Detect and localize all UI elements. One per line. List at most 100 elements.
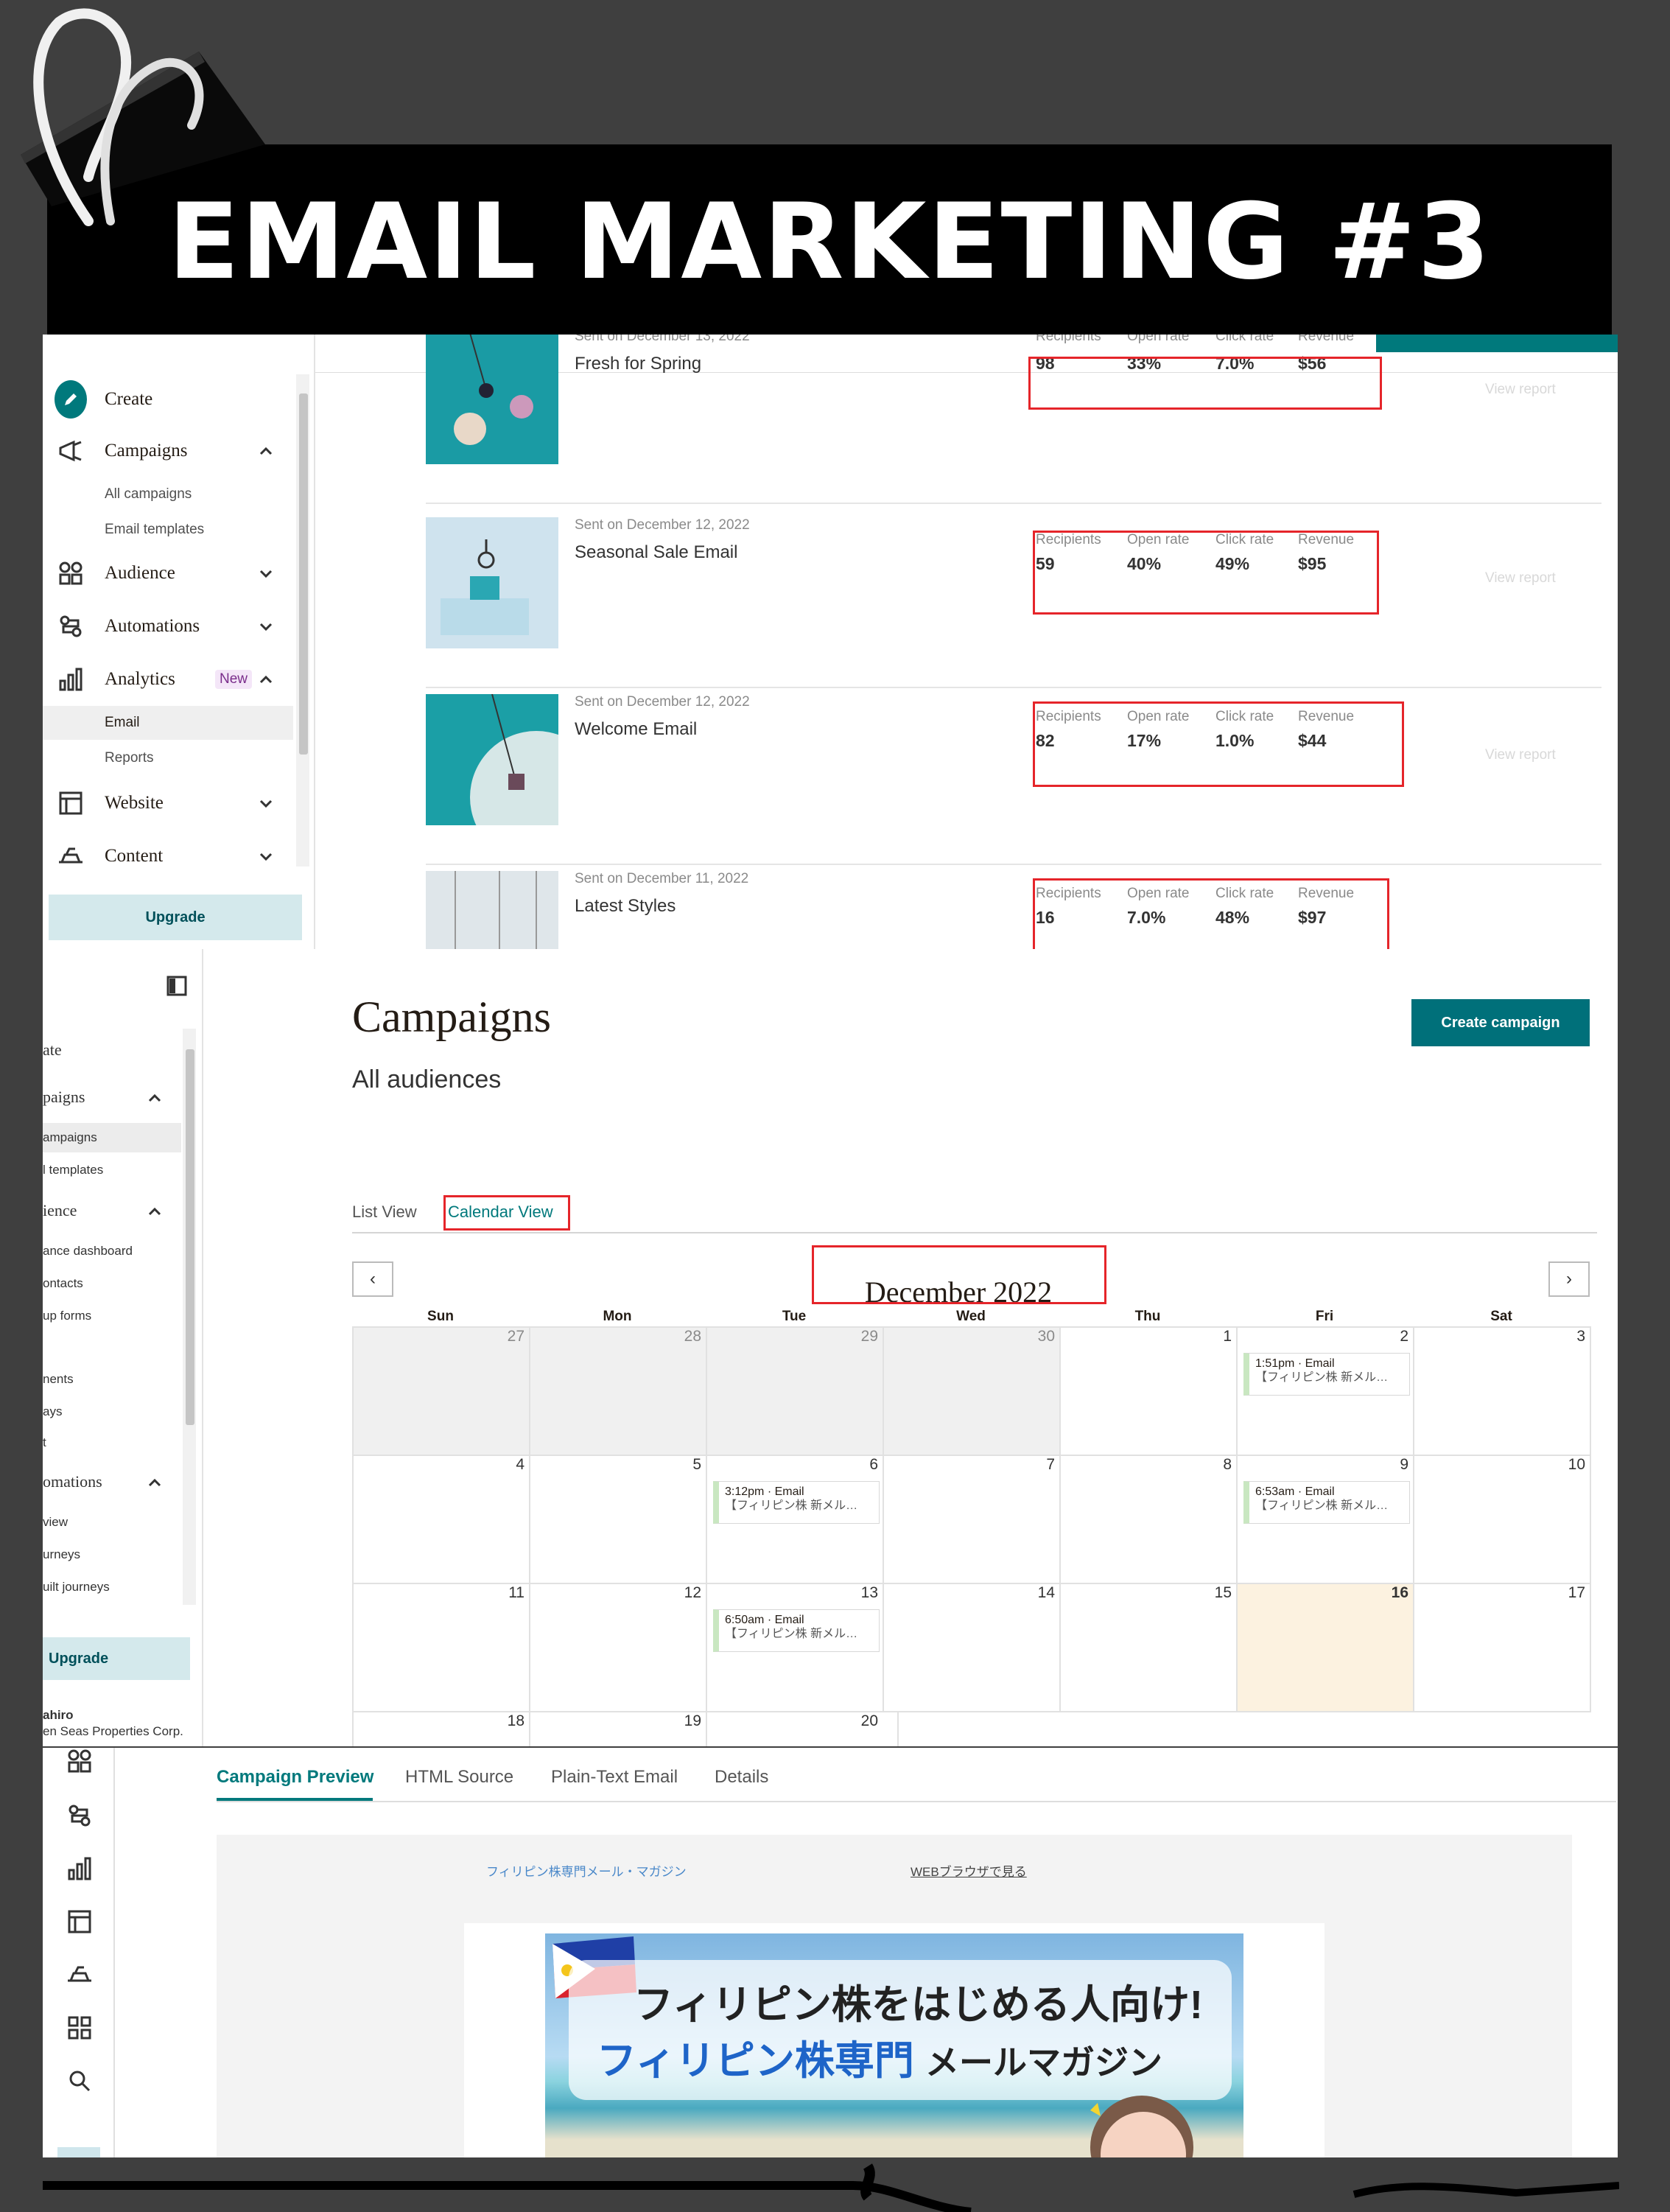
active-item-highlight xyxy=(43,706,293,740)
integrations-grid-icon[interactable] xyxy=(65,2013,94,2043)
view-report-link[interactable]: View report xyxy=(1485,382,1556,398)
calendar-day[interactable]: 12 xyxy=(529,1583,707,1712)
sidebar-item-automations[interactable]: omations xyxy=(43,1472,102,1491)
prev-month-button[interactable]: ‹ xyxy=(352,1261,393,1297)
calendar-day[interactable]: 2 1:51pm · Email 【フィリピン株 新メル… xyxy=(1236,1326,1414,1456)
calendar-day[interactable]: 3 xyxy=(1413,1326,1591,1456)
automations-icon[interactable] xyxy=(65,1801,94,1830)
next-month-button[interactable]: › xyxy=(1548,1261,1590,1297)
sidebar-sub-contacts[interactable]: ontacts xyxy=(43,1276,83,1291)
metric-label: Recipients xyxy=(1036,335,1101,344)
sidebar-item-automations[interactable]: Automations xyxy=(43,604,293,648)
sidebar-item-campaigns[interactable]: Campaigns xyxy=(43,429,293,473)
tab-plain-text-email[interactable]: Plain-Text Email xyxy=(551,1767,678,1788)
chevron-down-icon xyxy=(259,570,273,578)
sidebar-sub-email[interactable]: Email xyxy=(105,715,140,731)
upgrade-button[interactable]: Upgrade xyxy=(43,1637,190,1680)
calendar-day[interactable]: 7 xyxy=(883,1455,1061,1584)
sidebar-scrollbar[interactable] xyxy=(186,1049,194,1425)
sidebar-item-content[interactable]: Content xyxy=(43,834,293,878)
campaign-row[interactable]: Sent on December 12, 2022 Welcome Email … xyxy=(426,690,1601,865)
sidebar-sub-inbox[interactable]: t xyxy=(43,1435,46,1450)
sidebar-sub-segments[interactable]: nents xyxy=(43,1372,74,1387)
calendar-day[interactable]: 6 3:12pm · Email 【フィリピン株 新メル… xyxy=(706,1455,884,1584)
campaign-title[interactable]: Welcome Email xyxy=(575,719,697,740)
calendar-day[interactable]: 27 xyxy=(352,1326,530,1456)
calendar-day[interactable]: 11 xyxy=(352,1583,530,1712)
view-report-link[interactable]: View report xyxy=(1485,570,1556,587)
calendar-day[interactable]: 18 xyxy=(352,1711,530,1746)
content-icon[interactable] xyxy=(65,1960,94,1989)
sidebar-sub-signup-forms[interactable]: up forms xyxy=(43,1309,91,1323)
sidebar-item-label: Create xyxy=(105,389,153,409)
calendar-day[interactable]: 14 xyxy=(883,1583,1061,1712)
calendar-day[interactable]: 29 xyxy=(706,1326,884,1456)
sidebar-sub-all-campaigns[interactable]: All campaigns xyxy=(105,486,192,503)
sidebar-sub-all-campaigns[interactable]: ampaigns xyxy=(43,1130,97,1145)
calendar-event[interactable]: 1:51pm · Email 【フィリピン株 新メル… xyxy=(1243,1353,1410,1396)
sidebar-sub-prebuilt-journeys[interactable]: uilt journeys xyxy=(43,1580,110,1595)
tab-details[interactable]: Details xyxy=(715,1767,768,1788)
sidebar-sub-journeys[interactable]: urneys xyxy=(43,1547,80,1562)
calendar-day[interactable]: 17 xyxy=(1413,1583,1591,1712)
calendar-day[interactable]: 9 6:53am · Email 【フィリピン株 新メル… xyxy=(1236,1455,1414,1584)
audience-icon[interactable] xyxy=(65,1748,94,1777)
campaign-thumbnail xyxy=(426,335,558,464)
sidebar-item-create[interactable]: ate xyxy=(43,1040,62,1060)
calendar-day[interactable]: 15 xyxy=(1059,1583,1238,1712)
highlight-box xyxy=(1033,531,1379,615)
campaign-row[interactable]: Sent on December 12, 2022 Seasonal Sale … xyxy=(426,513,1601,688)
sidebar-sub-email-templates[interactable]: l templates xyxy=(43,1163,103,1177)
calendar-day[interactable]: 28 xyxy=(529,1326,707,1456)
campaign-row[interactable]: Sent on December 11, 2022 Latest Styles … xyxy=(426,867,1601,949)
calendar-day[interactable]: 30 xyxy=(883,1326,1061,1456)
calendar-day[interactable]: 8 xyxy=(1059,1455,1238,1584)
calendar-event[interactable]: 3:12pm · Email 【フィリピン株 新メル… xyxy=(713,1481,880,1524)
view-report-link[interactable]: View report xyxy=(1485,747,1556,763)
hero-subheadline: フィリピン株専門 メールマガジン xyxy=(597,2028,1162,2086)
upgrade-button[interactable]: Upgrade xyxy=(49,895,302,940)
calendar-day[interactable]: 13 6:50am · Email 【フィリピン株 新メル… xyxy=(706,1583,884,1712)
bar-chart-icon[interactable] xyxy=(65,1854,94,1883)
campaign-title[interactable]: Fresh for Spring xyxy=(575,354,701,374)
campaign-row[interactable]: Sent on December 13, 2022 Fresh for Spri… xyxy=(426,335,1601,504)
sidebar-item-audience[interactable]: Audience xyxy=(43,551,293,595)
calendar-day[interactable]: 1 xyxy=(1059,1326,1238,1456)
tab-campaign-preview[interactable]: Campaign Preview xyxy=(217,1767,373,1788)
sidebar-item-create[interactable]: Create xyxy=(43,377,293,421)
sidebar-sub-audience-dashboard[interactable]: ance dashboard xyxy=(43,1244,133,1259)
sidebar-sub-overview[interactable]: view xyxy=(43,1515,68,1530)
campaign-title[interactable]: Latest Styles xyxy=(575,896,676,917)
sidebar-item-website[interactable]: Website xyxy=(43,781,293,825)
create-campaign-button[interactable]: Create campaign xyxy=(1411,999,1590,1046)
tab-html-source[interactable]: HTML Source xyxy=(405,1767,513,1788)
website-icon[interactable] xyxy=(65,1907,94,1936)
audience-selector[interactable]: All audiences xyxy=(352,1065,501,1094)
highlight-box xyxy=(1033,701,1404,787)
calendar-day[interactable]: 10 xyxy=(1413,1455,1591,1584)
magazine-name-link[interactable]: フィリピン株専門メール・マガジン xyxy=(486,1861,687,1880)
tab-list-view[interactable]: List View xyxy=(352,1203,417,1222)
weekday-header: Thu xyxy=(1134,1309,1161,1324)
calendar-day[interactable]: 5 xyxy=(529,1455,707,1584)
chevron-down-icon xyxy=(259,799,273,808)
sidebar-sub-reports[interactable]: Reports xyxy=(105,750,154,766)
day-number: 9 xyxy=(1400,1456,1408,1473)
sidebar-item-campaigns[interactable]: paigns xyxy=(43,1088,85,1107)
calendar-day[interactable]: 19 xyxy=(529,1711,707,1746)
sidebar-item-audience[interactable]: ience xyxy=(43,1201,77,1220)
sidebar-sub-email-templates[interactable]: Email templates xyxy=(105,522,204,538)
calendar-day[interactable]: 20 xyxy=(706,1711,899,1746)
sidebar-item-analytics[interactable]: Analytics New xyxy=(43,657,293,701)
new-badge: New xyxy=(215,670,253,689)
campaign-title[interactable]: Seasonal Sale Email xyxy=(575,542,737,563)
view-in-browser-link[interactable]: WEBブラウザで見る xyxy=(911,1861,1027,1880)
calendar-day[interactable]: 4 xyxy=(352,1455,530,1584)
sidebar-scrollbar[interactable] xyxy=(299,393,308,755)
calendar-event[interactable]: 6:50am · Email 【フィリピン株 新メル… xyxy=(713,1609,880,1652)
calendar-event[interactable]: 6:53am · Email 【フィリピン株 新メル… xyxy=(1243,1481,1410,1524)
sidebar-sub-surveys[interactable]: ays xyxy=(43,1404,62,1419)
calendar-day-today[interactable]: 16 xyxy=(1236,1583,1414,1712)
search-icon[interactable] xyxy=(65,2066,94,2096)
collapse-sidebar-icon[interactable] xyxy=(166,976,187,996)
